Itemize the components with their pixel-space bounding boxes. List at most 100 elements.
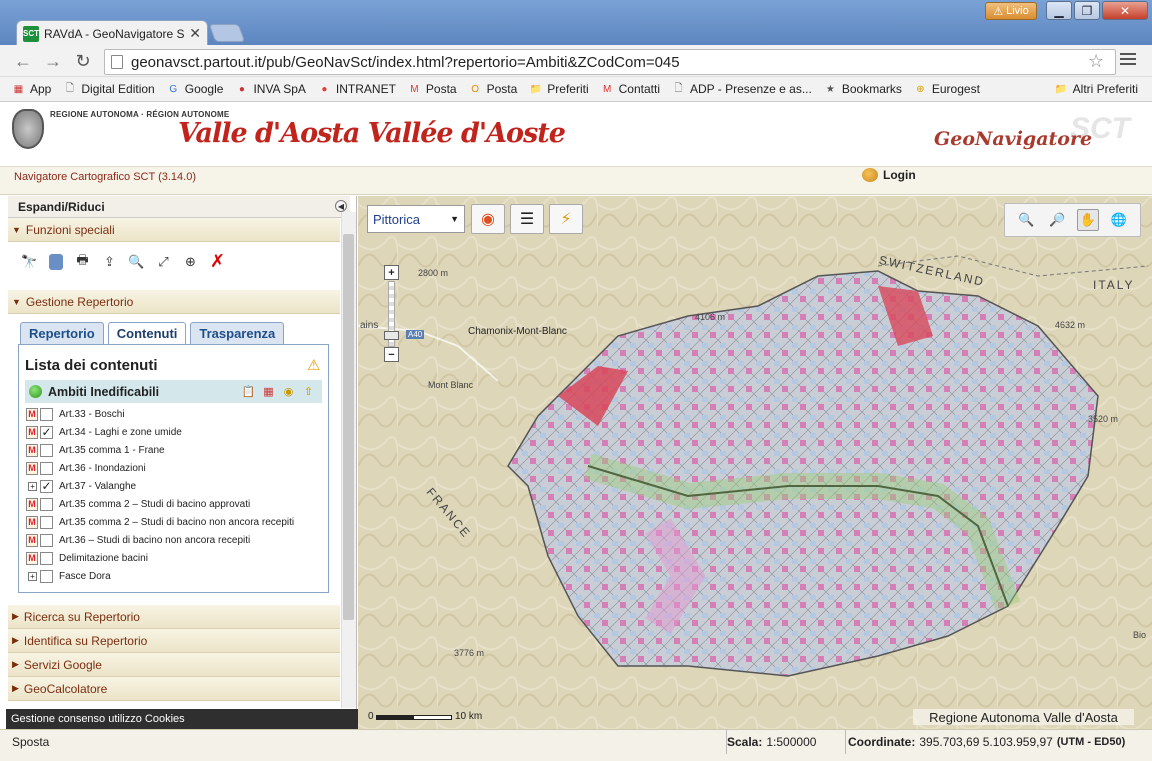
layer-checkbox[interactable] xyxy=(40,497,53,511)
metadata-icon[interactable]: M xyxy=(26,425,38,439)
browser-toolbar: ← → ↻ geonavsct.partout.it/pub/GeoNavSct… xyxy=(0,45,1152,77)
up-arrow-icon[interactable]: ⇧ xyxy=(301,384,316,399)
layer-checkbox[interactable] xyxy=(40,533,53,547)
bookmark-1[interactable]: 🗋 Digital Edition xyxy=(63,82,155,96)
layer-checkbox[interactable] xyxy=(40,407,53,421)
bookmark-star-icon[interactable]: ☆ xyxy=(1088,51,1104,72)
metadata-icon[interactable]: M xyxy=(26,551,38,565)
expand-icon[interactable]: + xyxy=(28,481,37,491)
tab-contenuti[interactable]: Contenuti xyxy=(107,322,187,344)
map-copyright: Regione Autonoma Valle d'Aosta xyxy=(913,709,1134,725)
metadata-icon[interactable]: M xyxy=(26,407,38,421)
grid-icon[interactable]: ▦ xyxy=(261,384,276,399)
zoom-out-icon[interactable]: 🔎 xyxy=(1046,209,1068,231)
close-tab-icon[interactable]: ✕ xyxy=(189,25,201,42)
print-icon[interactable]: 🖶 xyxy=(73,252,92,271)
basemap-select[interactable]: Pittorica ▼ xyxy=(367,205,465,233)
bookmark-0[interactable]: ▦ App xyxy=(12,82,52,96)
tab-trasparenza[interactable]: Trasparenza xyxy=(190,322,285,344)
map-view[interactable]: SWITZERLAND ITALY Chamonix-Mont-Blanc FR… xyxy=(358,196,1152,729)
layer-row[interactable]: M Art.36 - Inondazioni xyxy=(26,459,146,477)
tab-repertorio[interactable]: Repertorio xyxy=(20,322,104,344)
layer-row[interactable]: + Fasce Dora xyxy=(26,567,111,585)
layer-checkbox[interactable] xyxy=(40,443,53,457)
layer-row[interactable]: M Delimitazione bacini xyxy=(26,549,148,567)
bookmark-6[interactable]: O Posta xyxy=(469,82,517,96)
layer-row[interactable]: M ✓ Art.34 - Laghi e zone umide xyxy=(26,423,182,441)
reload-button[interactable]: ↻ xyxy=(72,51,94,71)
basemap-value: Pittorica xyxy=(373,211,420,227)
bookmark-2[interactable]: G Google xyxy=(167,82,223,96)
metadata-icon[interactable]: M xyxy=(26,533,38,547)
metadata-icon[interactable]: M xyxy=(26,515,38,529)
new-tab-button[interactable] xyxy=(208,24,246,42)
clear-icon[interactable]: ✗ xyxy=(208,251,227,271)
layer-checkbox[interactable] xyxy=(40,569,53,583)
bookmark-3[interactable]: ● INVA SpA xyxy=(235,82,306,96)
pan-hand-icon[interactable]: ✋ xyxy=(1076,209,1099,231)
zoom-out-button[interactable]: − xyxy=(384,347,399,362)
minimize-button[interactable]: ▁ xyxy=(1046,1,1072,20)
section-funzioni-speciali[interactable]: ▼ Funzioni speciali xyxy=(8,218,340,242)
metadata-icon[interactable]: M xyxy=(26,497,38,511)
browser-tab[interactable]: SCT RAVdA - GeoNavigatore S ✕ xyxy=(16,20,208,46)
app-version: Navigatore Cartografico SCT (3.14.0) xyxy=(14,171,196,183)
section-3[interactable]: ▶ GeoCalcolatore xyxy=(8,677,340,701)
layer-checkbox[interactable] xyxy=(40,461,53,475)
layer-checkbox[interactable]: ✓ xyxy=(40,425,53,439)
expand-collapse-header[interactable]: Espandi/Riduci ◀ xyxy=(8,196,350,218)
zoom-in-icon[interactable]: 🔍 xyxy=(1015,209,1037,231)
binoculars-icon[interactable]: 🔭 xyxy=(20,252,39,271)
bookmark-4[interactable]: ● INTRANET xyxy=(318,82,396,96)
address-bar[interactable]: geonavsct.partout.it/pub/GeoNavSct/index… xyxy=(104,49,1116,75)
layer-checkbox[interactable]: ✓ xyxy=(40,479,53,493)
login-button[interactable]: Login xyxy=(862,168,916,182)
close-window-button[interactable]: ✕ xyxy=(1102,1,1148,20)
target-icon[interactable]: ◉ xyxy=(281,384,296,399)
layer-row[interactable]: M Art.35 comma 1 - Frane xyxy=(26,441,165,459)
bookmark-10[interactable]: ★ Bookmarks xyxy=(824,82,902,96)
metadata-icon[interactable]: M xyxy=(26,461,38,475)
section-1[interactable]: ▶ Identifica su Repertorio xyxy=(8,629,340,653)
cookies-consent-bar[interactable]: Gestione consenso utilizzo Cookies xyxy=(6,709,358,729)
legend-icon[interactable]: 📋 xyxy=(241,384,256,399)
collapse-panel-icon[interactable]: ◀ xyxy=(335,200,347,212)
bookmark-8[interactable]: M Contatti xyxy=(601,82,660,96)
layer-row[interactable]: M Art.35 comma 2 – Studi di bacino non an… xyxy=(26,513,294,531)
chrome-menu-icon[interactable] xyxy=(1120,53,1136,67)
bookmark-9[interactable]: 🗋 ADP - Presenze e as... xyxy=(672,82,811,96)
panel-scrollbar-thumb[interactable] xyxy=(343,234,354,620)
export-icon[interactable]: ⇪ xyxy=(100,252,119,271)
zoom-slider-thumb[interactable] xyxy=(384,331,399,340)
legend-button[interactable]: ☰ xyxy=(510,204,544,234)
bookmark-7[interactable]: 📁 Preferiti xyxy=(529,82,589,96)
resize-icon[interactable]: ⤢ xyxy=(154,252,173,271)
bookmark-11[interactable]: ⊕ Eurogest xyxy=(914,82,980,96)
layer-row[interactable]: M Art.36 – Studi di bacino non ancora rec… xyxy=(26,531,250,549)
bookmark-5[interactable]: M Posta xyxy=(408,82,456,96)
back-button[interactable]: ← xyxy=(12,51,34,71)
zoom-in-button[interactable]: + xyxy=(384,265,399,280)
layer-checkbox[interactable] xyxy=(40,515,53,529)
maximize-button[interactable]: ❐ xyxy=(1074,1,1100,20)
section-0[interactable]: ▶ Ricerca su Repertorio xyxy=(8,605,340,629)
quick-action-button[interactable]: ⚡ xyxy=(549,204,583,234)
layer-checkbox[interactable] xyxy=(40,551,53,565)
forward-button[interactable]: → xyxy=(42,51,64,71)
other-bookmarks[interactable]: 📁 Altri Preferiti xyxy=(1055,82,1138,96)
warning-icon[interactable]: ⚠ xyxy=(307,356,320,374)
preview-icon[interactable]: 🔍 xyxy=(127,252,146,271)
crosshair-icon[interactable]: ⊕ xyxy=(181,252,200,271)
layer-row[interactable]: M Art.35 comma 2 – Studi di bacino approv… xyxy=(26,495,250,513)
layer-row[interactable]: + ✓ Art.37 - Valanghe xyxy=(26,477,136,495)
document-icon[interactable] xyxy=(49,254,63,270)
metadata-icon[interactable]: M xyxy=(26,443,38,457)
section-2[interactable]: ▶ Servizi Google xyxy=(8,653,340,677)
expand-icon[interactable]: + xyxy=(28,571,37,581)
section-gestione-repertorio[interactable]: ▼ Gestione Repertorio xyxy=(8,290,340,314)
globe-icon[interactable]: 🌐 xyxy=(1108,209,1130,231)
layer-row[interactable]: M Art.33 - Boschi xyxy=(26,405,125,423)
layers-toggle-button[interactable]: ◉ xyxy=(471,204,505,234)
profile-badge[interactable]: ⚠ Livio xyxy=(985,2,1037,20)
layer-group-header[interactable]: Ambiti Inedificabili 📋 ▦ ◉ ⇧ xyxy=(25,380,322,403)
